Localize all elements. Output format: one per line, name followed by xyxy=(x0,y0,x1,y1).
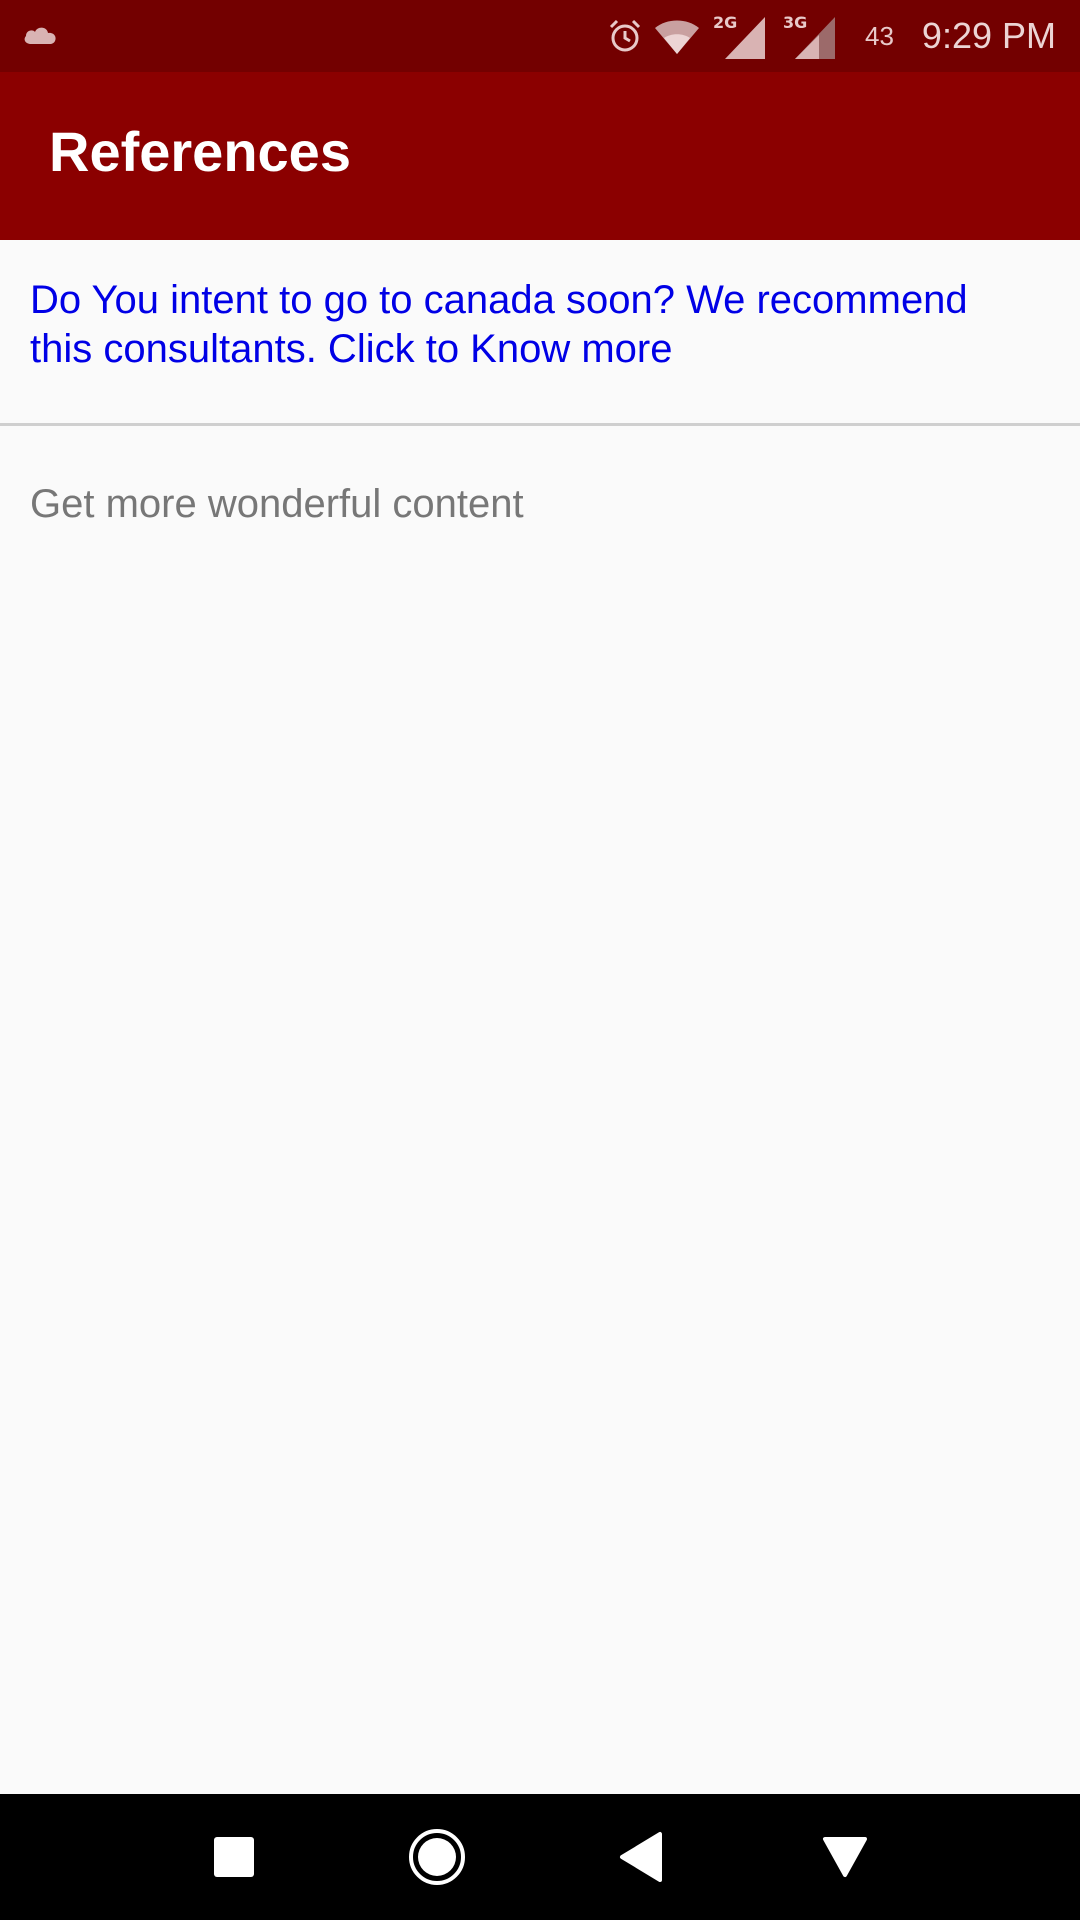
clock: 9:29 PM xyxy=(921,15,1056,56)
cloud-icon xyxy=(24,27,56,44)
navigation-bar xyxy=(0,1794,1080,1920)
wifi-icon xyxy=(655,20,699,54)
back-triangle-icon xyxy=(620,1832,662,1882)
recents-square-icon xyxy=(214,1837,254,1877)
home-circle-icon xyxy=(409,1829,465,1885)
notification-button[interactable] xyxy=(795,1794,895,1920)
signal-3g-icon xyxy=(795,17,835,59)
app-bar: References xyxy=(0,72,1080,240)
battery-level: 43 xyxy=(865,20,894,51)
screen: 2G 3G 43 9:29 PM References Do You inten… xyxy=(0,0,1080,1920)
promo-link[interactable]: Do You intent to go to canada soon? We r… xyxy=(30,276,1040,374)
back-button[interactable] xyxy=(592,1794,692,1920)
signal-2g-icon xyxy=(725,17,765,59)
home-button[interactable] xyxy=(387,1794,487,1920)
notification-down-triangle-icon xyxy=(823,1837,867,1877)
status-bar: 2G 3G 43 9:29 PM xyxy=(0,0,1080,72)
more-content-text[interactable]: Get more wonderful content xyxy=(30,482,524,527)
recents-button[interactable] xyxy=(184,1794,284,1920)
status-icons: 2G 3G 43 9:29 PM xyxy=(607,0,1056,72)
signal-2g: 2G xyxy=(711,11,771,61)
page-title: References xyxy=(49,120,351,183)
alarm-icon xyxy=(609,19,641,52)
signal-3g: 3G xyxy=(781,11,841,61)
divider xyxy=(0,423,1080,426)
